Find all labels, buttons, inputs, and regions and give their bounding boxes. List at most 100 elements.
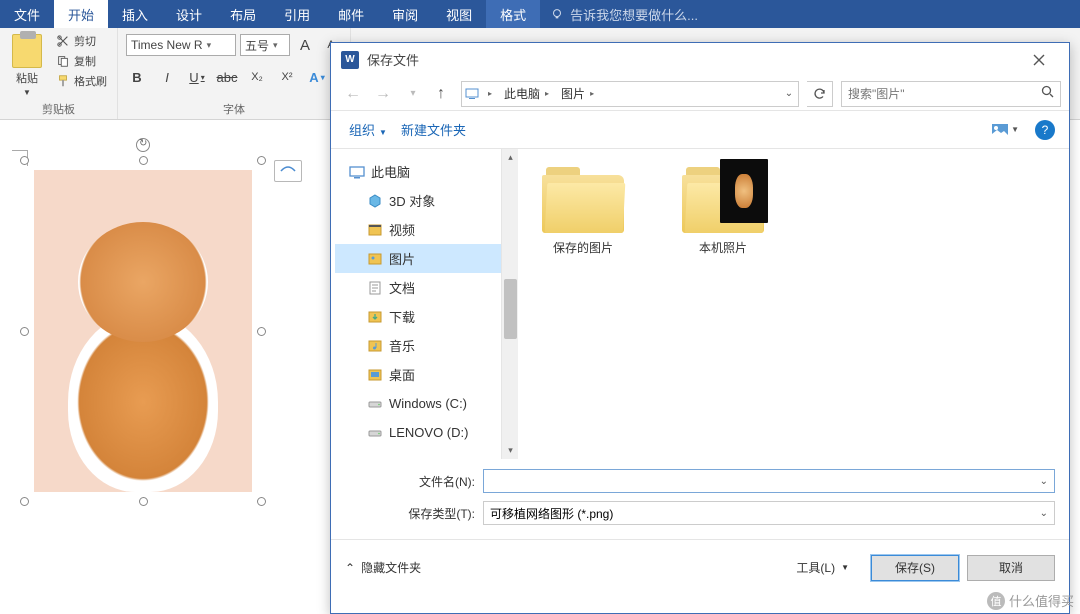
filename-label: 文件名(N):	[345, 473, 475, 490]
ribbon-tabs: 文件 开始 插入 设计 布局 引用 邮件 审阅 视图 格式 告诉我您想要做什么.…	[0, 0, 1080, 28]
copy-button[interactable]: 复制	[52, 52, 111, 70]
tree-scrollbar[interactable]: ▴ ▾	[501, 149, 518, 459]
resize-handle-tl[interactable]	[20, 156, 29, 165]
font-family-combo[interactable]: Times New R▾	[126, 34, 236, 56]
filename-dropdown[interactable]: ⌄	[1040, 476, 1048, 487]
folder-icon	[682, 163, 764, 233]
tab-references[interactable]: 引用	[270, 0, 324, 28]
nav-forward-button[interactable]: →	[369, 81, 397, 107]
inserted-image[interactable]	[34, 170, 252, 492]
resize-handle-tr[interactable]	[257, 156, 266, 165]
tree-item-3d[interactable]: 3D 对象	[335, 186, 501, 215]
tools-menu[interactable]: 工具(L)▼	[796, 559, 849, 576]
tell-me-search[interactable]: 告诉我您想要做什么...	[540, 0, 1080, 28]
subscript-button[interactable]: X₂	[246, 66, 268, 88]
address-dropdown[interactable]: ⌄	[780, 88, 798, 99]
folder-item-camera-roll[interactable]: 本机照片	[668, 163, 778, 256]
tree-item-desktop[interactable]: 桌面	[335, 360, 501, 389]
address-bar[interactable]: ▸ 此电脑▸ 图片▸ ⌄	[461, 81, 799, 107]
rotate-handle[interactable]	[136, 138, 150, 152]
grow-font-button[interactable]: A	[294, 34, 316, 56]
resize-handle-b[interactable]	[139, 497, 148, 506]
nav-history-button[interactable]: ▾	[399, 81, 427, 107]
drive-icon	[367, 396, 383, 412]
group-clipboard: 粘贴 ▼ 剪切 复制 格式刷 剪贴板	[0, 28, 118, 119]
resize-handle-l[interactable]	[20, 327, 29, 336]
tab-file[interactable]: 文件	[0, 0, 54, 28]
folder-item-saved-pictures[interactable]: 保存的图片	[528, 163, 638, 256]
tab-design[interactable]: 设计	[162, 0, 216, 28]
tab-insert[interactable]: 插入	[108, 0, 162, 28]
selected-image-frame[interactable]	[24, 160, 262, 502]
strikethrough-button[interactable]: abc	[216, 66, 238, 88]
italic-button[interactable]: I	[156, 66, 178, 88]
3d-icon	[367, 193, 383, 209]
layout-options-icon	[280, 165, 296, 177]
view-icon	[991, 123, 1009, 137]
help-button[interactable]: ?	[1035, 120, 1055, 140]
hide-folders-toggle[interactable]: ⌃隐藏文件夹	[345, 559, 421, 576]
tab-format[interactable]: 格式	[486, 0, 540, 28]
new-folder-button[interactable]: 新建文件夹	[397, 118, 470, 141]
bold-button[interactable]: B	[126, 66, 148, 88]
dialog-title: 保存文件	[367, 50, 1019, 69]
tab-review[interactable]: 审阅	[378, 0, 432, 28]
close-button[interactable]	[1019, 46, 1059, 74]
underline-button[interactable]: U▾	[186, 66, 208, 88]
cut-button[interactable]: 剪切	[52, 32, 111, 50]
save-button[interactable]: 保存(S)	[871, 555, 959, 581]
pc-icon	[349, 164, 365, 180]
watermark-icon: 值	[987, 592, 1005, 610]
nav-back-button[interactable]: ←	[339, 81, 367, 107]
group-caption-clipboard: 剪贴板	[6, 101, 111, 119]
layout-options-button[interactable]	[274, 160, 302, 182]
tree-item-pictures[interactable]: 图片	[335, 244, 501, 273]
tree-item-pc[interactable]: 此电脑	[335, 157, 501, 186]
dialog-titlebar: W 保存文件	[331, 43, 1069, 77]
filename-input-wrapper: ⌄	[483, 469, 1055, 493]
breadcrumb-1[interactable]: 图片▸	[555, 85, 600, 102]
word-icon: W	[341, 51, 359, 69]
format-painter-button[interactable]: 格式刷	[52, 72, 111, 90]
scroll-thumb[interactable]	[504, 279, 517, 339]
tree-item-downloads[interactable]: 下载	[335, 302, 501, 331]
tree-item-drive[interactable]: Windows (C:)	[335, 389, 501, 418]
refresh-button[interactable]	[807, 81, 833, 107]
text-effects-button[interactable]: A▾	[306, 66, 328, 88]
resize-handle-t[interactable]	[139, 156, 148, 165]
resize-handle-r[interactable]	[257, 327, 266, 336]
scroll-down-icon[interactable]: ▾	[502, 442, 519, 459]
resize-handle-bl[interactable]	[20, 497, 29, 506]
breadcrumb-0[interactable]: 此电脑▸	[498, 85, 555, 102]
group-caption-font: 字体	[124, 101, 344, 119]
filename-input[interactable]	[490, 474, 1040, 488]
superscript-button[interactable]: X²	[276, 66, 298, 88]
filetype-combo[interactable]: 可移植网络图形 (*.png) ⌄	[483, 501, 1055, 525]
tree-item-music[interactable]: 音乐	[335, 331, 501, 360]
tree-item-drive[interactable]: LENOVO (D:)	[335, 418, 501, 447]
tab-view[interactable]: 视图	[432, 0, 486, 28]
resize-handle-br[interactable]	[257, 497, 266, 506]
music-icon	[367, 338, 383, 354]
paste-button[interactable]: 粘贴 ▼	[6, 30, 48, 101]
tree-item-video[interactable]: 视频	[335, 215, 501, 244]
search-input[interactable]	[842, 87, 1034, 101]
dialog-fields: 文件名(N): ⌄ 保存类型(T): 可移植网络图形 (*.png) ⌄	[331, 459, 1069, 539]
search-box[interactable]	[841, 81, 1061, 107]
chevron-up-icon: ⌃	[345, 561, 355, 575]
nav-up-button[interactable]: ↑	[429, 81, 453, 107]
refresh-icon	[813, 87, 826, 100]
scroll-up-icon[interactable]: ▴	[502, 149, 519, 166]
font-size-combo[interactable]: 五号▾	[240, 34, 290, 56]
view-mode-button[interactable]: ▼	[991, 123, 1019, 137]
save-file-dialog: W 保存文件 ← → ▾ ↑ ▸ 此电脑▸ 图片▸ ⌄ 组织▼ 新建文件	[330, 42, 1070, 614]
desktop-icon	[367, 367, 383, 383]
scissors-icon	[56, 34, 70, 48]
search-icon[interactable]	[1034, 85, 1060, 103]
tab-layout[interactable]: 布局	[216, 0, 270, 28]
organize-button[interactable]: 组织▼	[345, 118, 391, 141]
tab-home[interactable]: 开始	[54, 0, 108, 28]
tree-item-docs[interactable]: 文档	[335, 273, 501, 302]
tab-mailings[interactable]: 邮件	[324, 0, 378, 28]
cancel-button[interactable]: 取消	[967, 555, 1055, 581]
